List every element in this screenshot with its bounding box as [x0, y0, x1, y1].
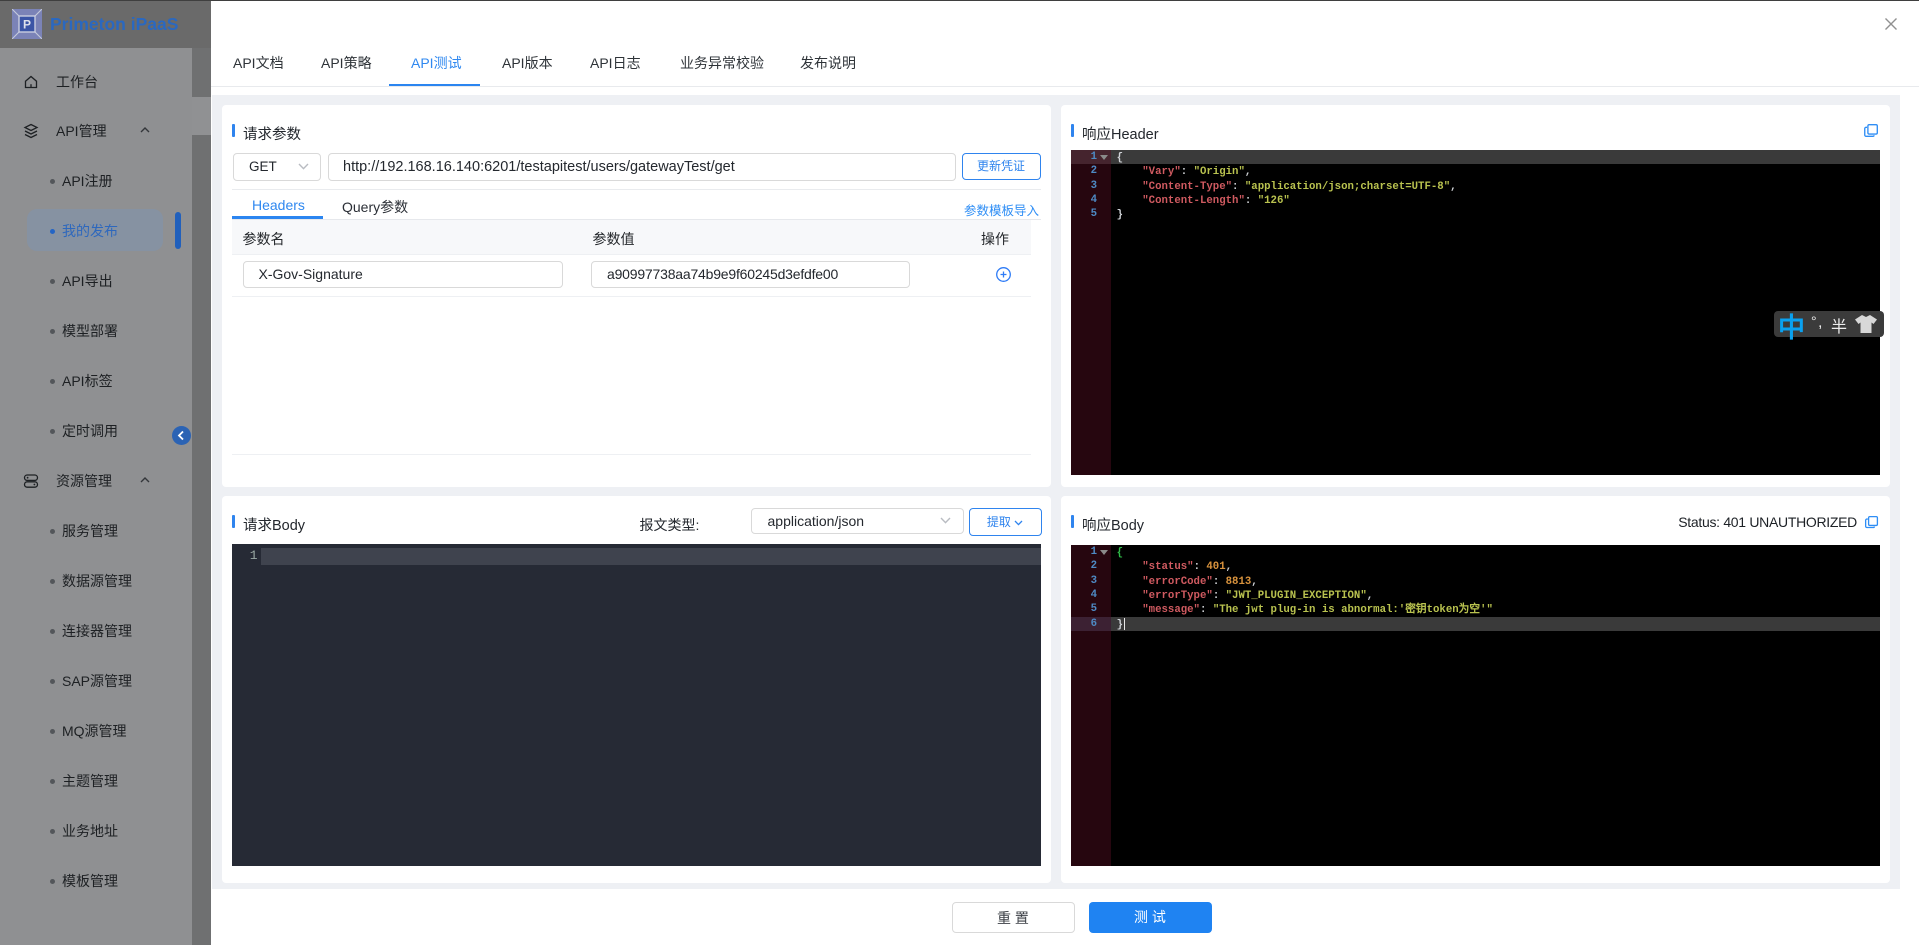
svg-text:P: P [23, 18, 31, 32]
